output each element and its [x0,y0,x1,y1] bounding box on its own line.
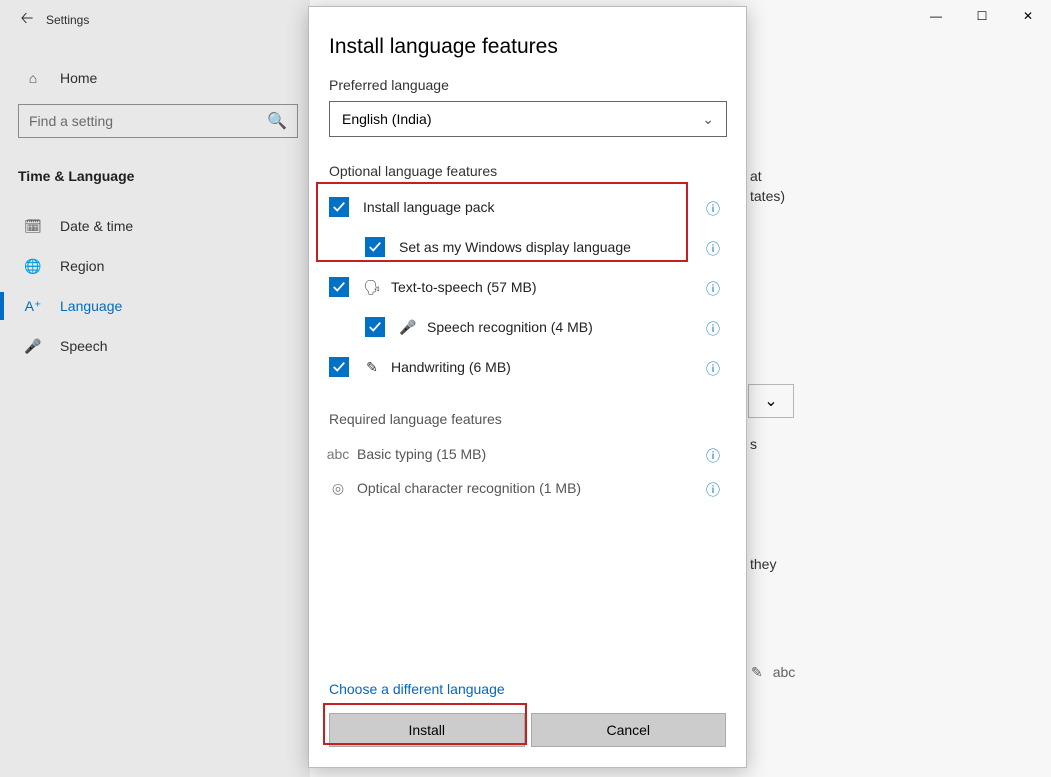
feature-speech-recognition[interactable]: 🎤 Speech recognition (4 MB) ⓘ [329,307,726,347]
feature-set-display-language[interactable]: Set as my Windows display language ⓘ [329,227,726,267]
language-icon: A⁺ [24,298,42,315]
required-label: Basic typing (15 MB) [357,446,486,462]
sidebar-item-date-time[interactable]: 🗓 Date & time [18,206,292,246]
search-input[interactable] [29,113,267,129]
feature-label: Install language pack [363,199,495,215]
handwriting-icon: ✎ [363,359,381,376]
text-to-speech-icon: 🗣 [363,279,381,296]
required-basic-typing: abc Basic typing (15 MB) ⓘ [329,437,726,471]
microphone-icon: 🎤 [399,319,417,336]
choose-different-language-link[interactable]: Choose a different language [329,681,505,697]
chevron-down-icon: ⌄ [702,111,714,128]
info-icon[interactable]: ⓘ [706,279,722,295]
home-icon: ⌂ [24,70,42,86]
info-icon[interactable]: ⓘ [706,446,722,462]
minimize-button[interactable]: — [913,0,959,32]
abc-small-icon: abc [773,664,796,681]
app-title: Settings [46,13,89,27]
bg-small-icons: ✎ abc [751,664,795,681]
microphone-icon: 🎤 [24,338,42,355]
feature-handwriting[interactable]: ✎ Handwriting (6 MB) ⓘ [329,347,726,387]
required-label: Optical character recognition (1 MB) [357,480,581,496]
feature-text-to-speech[interactable]: 🗣 Text-to-speech (57 MB) ⓘ [329,267,726,307]
feature-label: Text-to-speech (57 MB) [391,279,537,295]
checkbox-checked-icon[interactable] [365,237,385,257]
bg-dropdown-chevron[interactable]: ⌄ [748,384,794,418]
feature-install-language-pack[interactable]: Install language pack ⓘ [329,187,726,227]
checkbox-checked-icon[interactable] [329,357,349,377]
sidebar-category: Time & Language [18,156,292,196]
sidebar-item-label: Date & time [60,218,133,234]
checkbox-checked-icon[interactable] [365,317,385,337]
sidebar-item-language[interactable]: A⁺ Language [18,286,292,326]
maximize-button[interactable]: ☐ [959,0,1005,32]
required-ocr: ◎ Optical character recognition (1 MB) ⓘ [329,471,726,505]
peek-text: they [750,556,776,572]
feature-label: Handwriting (6 MB) [391,359,511,375]
feature-label: Speech recognition (4 MB) [427,319,593,335]
feature-label: Set as my Windows display language [399,239,631,255]
preferred-language-value: English (India) [342,111,432,127]
info-icon[interactable]: ⓘ [706,199,722,215]
back-button[interactable]: 🡠 [12,7,42,34]
optional-features-label: Optional language features [329,163,726,179]
search-input-wrap[interactable]: 🔍 [18,104,298,138]
sidebar-item-speech[interactable]: 🎤 Speech [18,326,292,366]
required-features-label: Required language features [329,411,726,427]
install-language-dialog: Install language features Preferred lang… [308,6,747,768]
sidebar-home[interactable]: ⌂ Home [18,58,292,98]
close-button[interactable]: ✕ [1005,0,1051,32]
search-icon: 🔍 [267,111,287,131]
calendar-icon: 🗓 [24,218,42,235]
peek-text: at [750,168,762,184]
globe-icon: 🌐 [24,258,42,275]
typing-icon: abc [329,446,347,462]
info-icon[interactable]: ⓘ [706,480,722,496]
sidebar-item-label: Speech [60,338,107,354]
preferred-language-dropdown[interactable]: English (India) ⌄ [329,101,727,137]
cancel-button[interactable]: Cancel [531,713,727,747]
ocr-icon: ◎ [329,480,347,497]
sidebar: ⌂ Home 🔍 Time & Language 🗓 Date & time 🌐… [0,40,310,384]
preferred-language-label: Preferred language [329,77,726,93]
sidebar-item-label: Language [60,298,122,314]
checkbox-checked-icon[interactable] [329,277,349,297]
checkbox-checked-icon[interactable] [329,197,349,217]
info-icon[interactable]: ⓘ [706,359,722,375]
sidebar-item-region[interactable]: 🌐 Region [18,246,292,286]
install-button[interactable]: Install [329,713,525,747]
info-icon[interactable]: ⓘ [706,319,722,335]
sidebar-home-label: Home [60,70,97,86]
sidebar-item-label: Region [60,258,104,274]
handwriting-small-icon: ✎ [751,664,763,681]
peek-text: tates) [750,188,785,204]
peek-text: s [750,436,757,452]
chevron-down-icon: ⌄ [764,391,777,411]
info-icon[interactable]: ⓘ [706,239,722,255]
dialog-title: Install language features [329,35,726,59]
